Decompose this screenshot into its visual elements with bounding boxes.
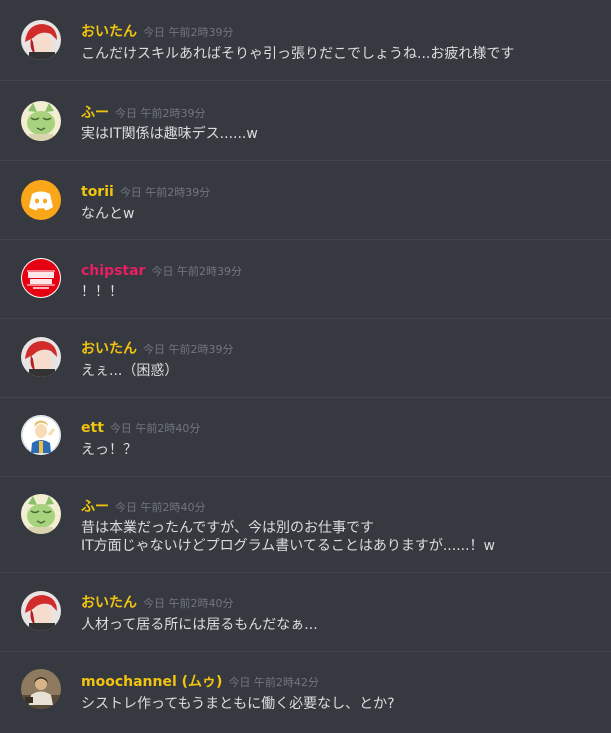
timestamp: 今日 午前2時40分 [143, 597, 234, 610]
message-text: なんとw [81, 206, 135, 222]
timestamp: 今日 午前2時39分 [115, 107, 206, 120]
timestamp: 今日 午前2時39分 [143, 26, 234, 39]
message-text: ！！！ [81, 284, 123, 300]
message: chipstar 今日 午前2時39分 ！！！ [0, 240, 611, 318]
timestamp: 今日 午前2時42分 [228, 676, 319, 689]
message: torii 今日 午前2時39分 なんとw [0, 161, 611, 240]
timestamp: 今日 午前2時39分 [143, 343, 234, 356]
message: ふー 今日 午前2時40分 昔は本業だったんですが、今は別のお仕事です IT方面じ… [0, 477, 611, 572]
username[interactable]: おいたん [81, 595, 137, 611]
message: ふー 今日 午前2時39分 実はIT関係は趣味デス......w [0, 81, 611, 160]
message-text: えっ！？ [81, 442, 137, 458]
discord-logo-avatar[interactable] [21, 180, 61, 220]
message: おいたん 今日 午前2時40分 人材って居る所には居るもんだなぁ... [0, 573, 611, 651]
message-text: えぇ...（困惑） [81, 363, 179, 379]
username[interactable]: ett [81, 420, 104, 436]
message-feed: おいたん 今日 午前2時39分 こんだけスキルあればそりゃ引っ張りだこでしょうね.… [0, 0, 611, 733]
timestamp: 今日 午前2時39分 [151, 265, 242, 278]
message: おいたん 今日 午前2時39分 こんだけスキルあればそりゃ引っ張りだこでしょうね.… [0, 0, 611, 80]
username[interactable]: torii [81, 184, 114, 200]
message-text: 人材って居る所には居るもんだなぁ... [81, 617, 318, 633]
username[interactable]: おいたん [81, 24, 137, 40]
message: moochannel (ムゥ) 今日 午前2時42分 シストレ作ってもうまともに働… [0, 652, 611, 733]
vault-boy-avatar[interactable] [21, 415, 61, 455]
message-text: こんだけスキルあればそりゃ引っ張りだこでしょうね...お疲れ様です [81, 46, 515, 62]
anime-red-hair-avatar[interactable] [21, 337, 61, 377]
message-text: 昔は本業だったんですが、今は別のお仕事です [81, 520, 375, 536]
message-text: 実はIT関係は趣味デス......w [81, 126, 258, 142]
green-cat-avatar[interactable] [21, 101, 61, 141]
username[interactable]: ふー [81, 499, 109, 515]
chipstar-logo-avatar[interactable] [21, 258, 61, 298]
timestamp: 今日 午前2時40分 [109, 422, 201, 435]
username[interactable]: おいたん [81, 341, 137, 357]
message: おいたん 今日 午前2時39分 えぇ...（困惑） [0, 319, 611, 397]
anime-red-hair-avatar[interactable] [21, 20, 61, 60]
username[interactable]: moochannel (ムゥ) [81, 674, 222, 690]
timestamp: 今日 午前2時40分 [115, 501, 206, 514]
username[interactable]: ふー [81, 105, 109, 121]
message-text: IT方面じゃないけどプログラム書いてることはありますが......！w [81, 538, 495, 554]
message: ett 今日 午前2時40分 えっ！？ [0, 398, 611, 476]
green-cat-avatar[interactable] [21, 494, 61, 534]
username[interactable]: chipstar [81, 263, 145, 279]
photo-person-avatar[interactable] [21, 669, 61, 709]
timestamp: 今日 午前2時39分 [119, 186, 211, 199]
anime-red-hair-avatar[interactable] [21, 591, 61, 631]
message-text: シストレ作ってもうまともに働く必要なし、とか? [81, 696, 395, 712]
